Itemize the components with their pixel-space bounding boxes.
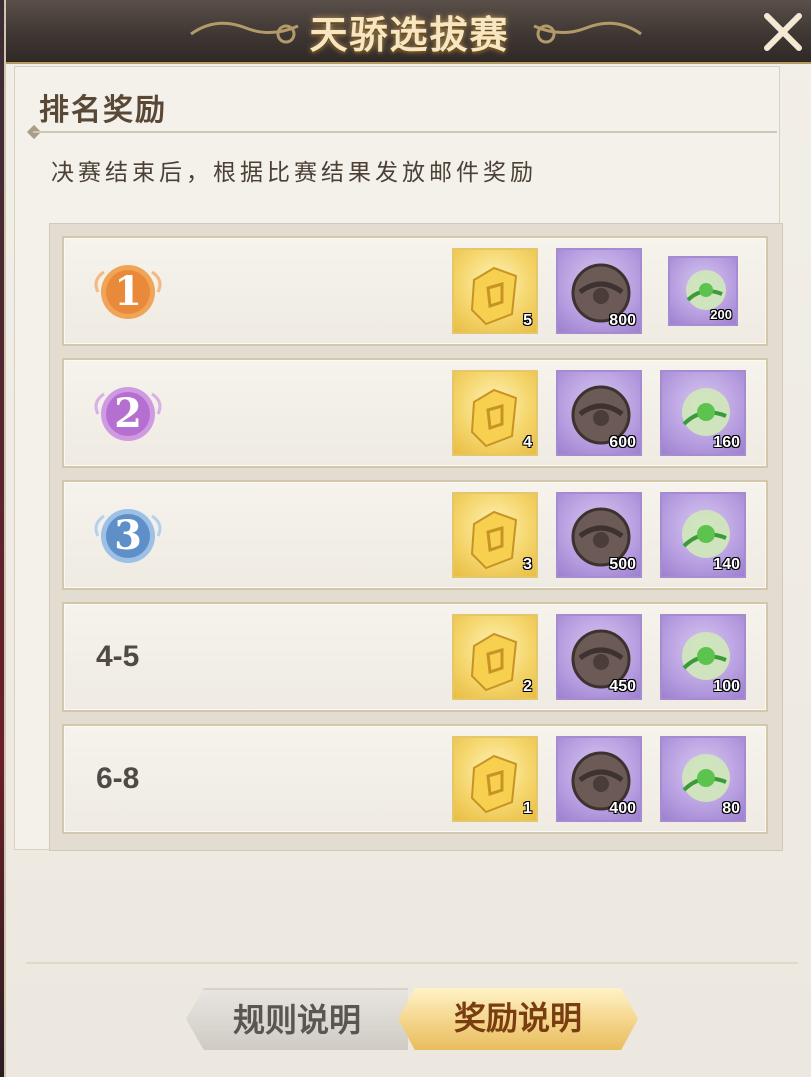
close-icon bbox=[764, 13, 802, 51]
reward-count: 450 bbox=[609, 678, 636, 695]
reward-list[interactable]: 1 5 800 200 2 4 600 160 3 3 500 140 4-5 … bbox=[49, 223, 783, 851]
reward-count: 600 bbox=[609, 434, 636, 451]
reward-count: 400 bbox=[609, 800, 636, 817]
reward-item-green-orb[interactable]: 80 bbox=[660, 736, 746, 822]
reward-item-bronze-coin[interactable]: 800 bbox=[556, 248, 642, 334]
section-title: 排名奖励 bbox=[39, 93, 167, 128]
reward-item-gold-token[interactable]: 3 bbox=[452, 492, 538, 578]
reward-count: 160 bbox=[713, 434, 740, 451]
content-panel: 排名奖励 决赛结束后，根据比赛结果发放邮件奖励 1 5 800 200 2 4 … bbox=[14, 66, 783, 851]
reward-item-bronze-coin[interactable]: 500 bbox=[556, 492, 642, 578]
reward-count: 800 bbox=[609, 312, 636, 329]
dialog-title: 天骄选拔赛 bbox=[309, 12, 510, 57]
rank-range: 6-8 bbox=[96, 762, 140, 795]
section-divider bbox=[33, 131, 777, 133]
reward-row-rank-1: 1 5 800 200 bbox=[62, 236, 768, 346]
rank-3-badge: 3 bbox=[90, 504, 166, 568]
reward-item-gold-token[interactable]: 2 bbox=[452, 614, 538, 700]
rank-number: 2 bbox=[114, 390, 142, 437]
rank-number: 3 bbox=[114, 512, 142, 559]
reward-item-green-orb[interactable]: 140 bbox=[660, 492, 746, 578]
reward-item-green-orb[interactable]: 160 bbox=[660, 370, 746, 456]
reward-count: 3 bbox=[523, 556, 532, 573]
rank-1-badge: 1 bbox=[90, 260, 166, 324]
reward-item-gold-token[interactable]: 4 bbox=[452, 370, 538, 456]
tab-rules[interactable]: 规则说明 bbox=[186, 988, 408, 1050]
close-button[interactable] bbox=[757, 6, 809, 58]
right-ornament-icon bbox=[533, 21, 642, 44]
section-description: 决赛结束后，根据比赛结果发放邮件奖励 bbox=[51, 160, 537, 186]
reward-row-rank-2: 2 4 600 160 bbox=[62, 358, 768, 468]
rank-number: 1 bbox=[114, 268, 142, 315]
reward-count: 100 bbox=[713, 678, 740, 695]
reward-count: 80 bbox=[722, 800, 740, 817]
reward-item-gold-token[interactable]: 5 bbox=[452, 248, 538, 334]
reward-count: 140 bbox=[713, 556, 740, 573]
reward-row-rank-3: 3 3 500 140 bbox=[62, 480, 768, 590]
reward-count: 4 bbox=[523, 434, 532, 451]
ranking-rewards-dialog: 天骄选拔赛 排名奖励 决赛结束后，根据比赛结果发放邮件奖励 1 5 800 20… bbox=[4, 0, 811, 1077]
reward-item-green-orb[interactable]: 200 bbox=[668, 256, 738, 326]
rank-range: 4-5 bbox=[96, 640, 140, 673]
bottom-divider bbox=[26, 962, 798, 964]
rank-2-badge: 2 bbox=[90, 382, 166, 446]
reward-item-green-orb[interactable]: 100 bbox=[660, 614, 746, 700]
reward-item-bronze-coin[interactable]: 450 bbox=[556, 614, 642, 700]
tab-rewards[interactable]: 奖励说明 bbox=[398, 988, 638, 1050]
reward-item-bronze-coin[interactable]: 400 bbox=[556, 736, 642, 822]
reward-row-rank-6-8: 6-8 1 400 80 bbox=[62, 724, 768, 834]
reward-count: 5 bbox=[523, 312, 532, 329]
reward-count: 1 bbox=[523, 800, 532, 817]
reward-count: 200 bbox=[710, 307, 732, 322]
reward-count: 2 bbox=[523, 678, 532, 695]
reward-row-rank-4-5: 4-5 2 450 100 bbox=[62, 602, 768, 712]
reward-item-gold-token[interactable]: 1 bbox=[452, 736, 538, 822]
reward-count: 500 bbox=[609, 556, 636, 573]
reward-item-bronze-coin[interactable]: 600 bbox=[556, 370, 642, 456]
title-bar: 天骄选拔赛 bbox=[6, 0, 811, 64]
